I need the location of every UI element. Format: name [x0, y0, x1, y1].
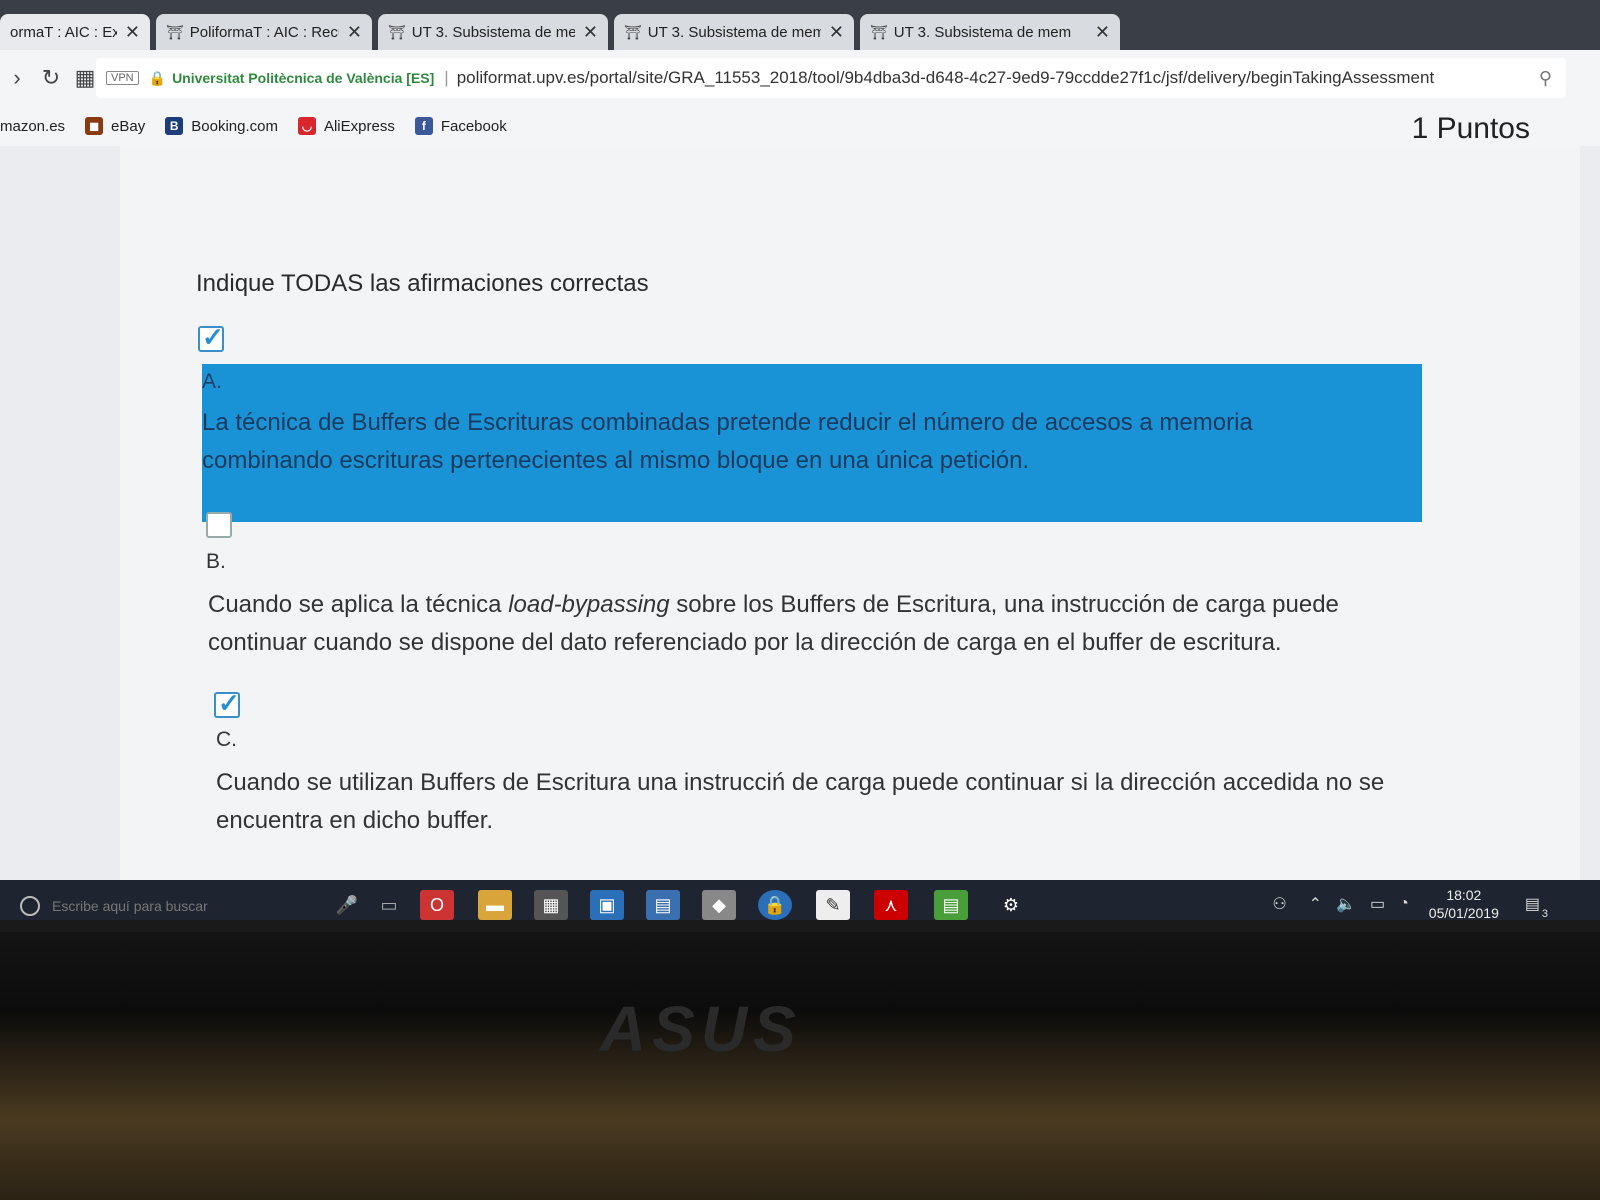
pdf-reader-icon[interactable]: ⋏	[874, 890, 908, 920]
option-c-checkbox[interactable]: ✓	[214, 688, 240, 718]
close-icon[interactable]: ✕	[347, 22, 362, 43]
cortana-icon	[20, 896, 40, 916]
bookmark-label: Booking.com	[191, 117, 278, 135]
bag-icon: ◼	[85, 117, 104, 135]
taskbar: Escribe aquí para buscar 🎤 ▭ O ▬ ▦ ▣ ▤ ◆…	[0, 880, 1600, 920]
opera-icon[interactable]: O	[420, 890, 454, 920]
screen: ormaT : AIC : Exámene ✕ ⛩ PoliformaT : A…	[0, 0, 1600, 920]
url-text[interactable]: poliformat.upv.es/portal/site/GRA_11553_…	[457, 68, 1434, 88]
system-tray: ⚇ ⌃ 🔈 ▭ ◔ 18:02 05/01/2019 ▤ 3	[1272, 886, 1548, 920]
tab-recursos[interactable]: ⛩ PoliformaT : AIC : Recursos ✕	[156, 14, 372, 50]
close-icon[interactable]: ✕	[125, 22, 140, 43]
points-label: 1 Puntos	[1411, 112, 1530, 145]
bookmark-label: eBay	[111, 117, 146, 135]
bookmark-amazon[interactable]: mazon.es	[0, 118, 65, 135]
tab-label: UT 3. Subsistema de mem	[893, 23, 1072, 41]
browser-toolbar: › ↻ ▦ VPN 🔒 Universitat Politècnica de V…	[0, 50, 1600, 106]
notes-icon[interactable]: ✎	[816, 890, 850, 920]
tab-bar: ormaT : AIC : Exámene ✕ ⛩ PoliformaT : A…	[0, 0, 1600, 50]
facebook-icon: f	[414, 117, 433, 135]
option-letter: A.	[202, 370, 222, 393]
option-letter: B.	[206, 550, 226, 573]
option-b-text[interactable]: Cuando se aplica la técnica load-bypassi…	[208, 586, 1388, 662]
taskbar-search[interactable]: Escribe aquí para buscar	[20, 888, 350, 920]
clock-date: 05/01/2019	[1428, 905, 1499, 920]
clock[interactable]: 18:02 05/01/2019	[1429, 886, 1499, 920]
option-b-checkbox[interactable]	[206, 512, 232, 538]
option-a-checkbox[interactable]: ✓	[198, 322, 224, 352]
option-text: La técnica de Buffers de Escrituras comb…	[202, 409, 1253, 474]
microphone-icon[interactable]: 🎤	[330, 890, 364, 920]
tab-ut3-2[interactable]: ⛩ UT 3. Subsistema de mem ✕	[614, 14, 854, 50]
vpn-client-icon[interactable]: 🔒	[758, 890, 792, 920]
vpn-badge[interactable]: VPN	[106, 71, 139, 85]
laptop-bezel: ASUS	[0, 932, 1600, 1200]
option-c-text[interactable]: Cuando se utilizan Buffers de Escritura …	[216, 764, 1396, 840]
bookmark-ebay[interactable]: ◼ eBay	[85, 117, 145, 135]
option-text-em: load-bypassing	[508, 591, 670, 618]
close-icon[interactable]: ✕	[829, 22, 844, 43]
forward-icon[interactable]: ›	[0, 65, 34, 91]
site-icon: ⛩	[624, 23, 642, 40]
site-icon: ⛩	[388, 23, 406, 40]
settings-icon[interactable]: ⚙	[994, 890, 1028, 920]
clock-time: 18:02	[1446, 887, 1482, 903]
zoom-icon[interactable]: ⚲	[1539, 68, 1552, 89]
tab-ut3-3[interactable]: ⛩ UT 3. Subsistema de mem ✕	[860, 14, 1120, 50]
bookmark-booking[interactable]: B Booking.com	[165, 117, 278, 135]
calculator-icon[interactable]: ▦	[534, 890, 568, 920]
file-explorer-icon[interactable]: ▬	[478, 890, 512, 920]
site-icon: ⛩	[166, 23, 184, 40]
option-letter: C.	[216, 728, 237, 751]
bookmark-label: mazon.es	[0, 117, 66, 135]
reload-icon[interactable]: ↻	[34, 65, 68, 91]
notifications-icon[interactable]: ▤ 3	[1525, 894, 1548, 920]
question-panel: 1 Puntos Indique TODAS las afirmaciones …	[120, 112, 1580, 880]
wifi-icon[interactable]: ◔	[1399, 895, 1409, 913]
question-text: Indique TODAS las afirmaciones correctas	[196, 270, 649, 297]
booking-icon: B	[165, 117, 184, 135]
bookmark-facebook[interactable]: f Facebook	[414, 117, 507, 135]
site-icon: ⛩	[870, 23, 888, 40]
option-text-pre: Cuando se aplica la técnica	[208, 591, 509, 618]
task-view-icon[interactable]: ▭	[372, 890, 406, 920]
tab-ut3-1[interactable]: ⛩ UT 3. Subsistema de mem ✕	[378, 14, 608, 50]
volume-icon[interactable]: 🔈	[1336, 894, 1356, 914]
tab-label: UT 3. Subsistema de mem	[411, 23, 575, 41]
tab-label: UT 3. Subsistema de mem	[647, 23, 821, 41]
remote-desktop-icon[interactable]: ▣	[590, 890, 624, 920]
app-icon[interactable]: ◆	[702, 890, 736, 920]
bookmark-label: Facebook	[440, 117, 507, 135]
search-placeholder: Escribe aquí para buscar	[52, 898, 208, 914]
photos-icon[interactable]: ▤	[646, 890, 680, 920]
battery-icon[interactable]: ▭	[1370, 894, 1385, 914]
chevron-up-icon[interactable]: ⌃	[1309, 894, 1322, 914]
bookmark-aliexpress[interactable]: ◡ AliExpress	[297, 117, 395, 135]
checkmark-icon: ✓	[202, 322, 224, 352]
people-icon[interactable]: ⚇	[1272, 894, 1286, 914]
spreadsheet-icon[interactable]: ▤	[934, 890, 968, 920]
tab-examenes[interactable]: ormaT : AIC : Exámene ✕	[0, 14, 150, 50]
bookmark-label: AliExpress	[323, 117, 395, 135]
close-icon[interactable]: ✕	[583, 22, 598, 43]
close-icon[interactable]: ✕	[1095, 22, 1110, 43]
assessment-page: 1 Puntos Indique TODAS las afirmaciones …	[0, 112, 1600, 880]
site-owner: Universitat Politècnica de València [ES]	[172, 70, 435, 86]
brand-logo: ASUS	[600, 993, 802, 1065]
option-a-selected[interactable]: A. La técnica de Buffers de Escrituras c…	[202, 364, 1422, 522]
tab-label: ormaT : AIC : Exámene	[10, 23, 117, 41]
tab-label: PoliformaT : AIC : Recursos	[189, 23, 339, 41]
address-bar[interactable]: VPN 🔒 Universitat Politècnica de Valènci…	[96, 58, 1566, 98]
lock-icon[interactable]: 🔒	[149, 70, 166, 87]
bookmarks-bar: mazon.es ◼ eBay B Booking.com ◡ AliExpress …	[0, 106, 1600, 146]
checkmark-icon: ✓	[218, 688, 240, 718]
url-separator: |	[444, 68, 449, 87]
notification-count: 3	[1541, 908, 1548, 920]
aliexpress-icon: ◡	[297, 117, 316, 135]
